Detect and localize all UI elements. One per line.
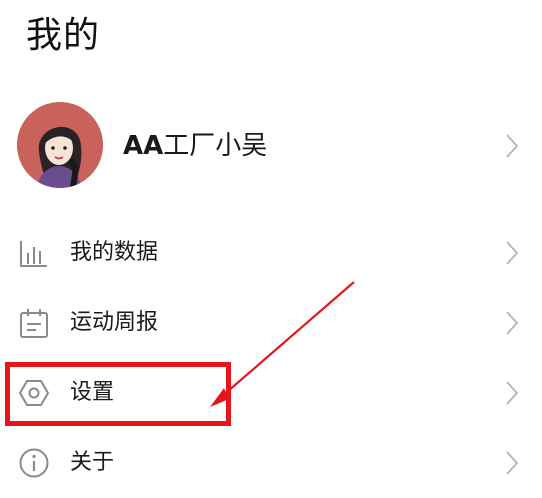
profile-row[interactable]: AA工厂小吴	[0, 102, 542, 190]
settings-hexagon-icon	[19, 380, 49, 406]
menu-item-settings[interactable]: 设置	[0, 358, 542, 428]
username-prefix: AA	[123, 131, 164, 161]
bar-chart-icon	[20, 241, 47, 267]
username: AA工厂小吴	[123, 126, 267, 166]
menu-item-label: 设置	[70, 380, 115, 405]
chevron-right-icon	[506, 451, 518, 475]
chevron-right-icon	[506, 311, 518, 335]
chevron-right-icon	[506, 241, 518, 265]
username-rest: 工厂小吴	[163, 131, 268, 161]
chevron-right-icon	[506, 381, 518, 405]
menu-item-about[interactable]: 关于	[0, 428, 542, 498]
page-title: 我的	[26, 15, 101, 56]
info-icon	[19, 448, 49, 478]
menu-item-weekly-report[interactable]: 运动周报	[0, 288, 542, 358]
chevron-right-icon	[506, 134, 518, 158]
menu-item-label: 关于	[70, 450, 115, 475]
menu-item-my-data[interactable]: 我的数据	[0, 218, 542, 288]
menu-item-label: 运动周报	[70, 310, 159, 335]
calendar-report-icon	[20, 309, 48, 338]
menu-item-label: 我的数据	[70, 240, 159, 265]
user-avatar-icon	[17, 102, 103, 188]
avatar[interactable]	[17, 102, 103, 188]
